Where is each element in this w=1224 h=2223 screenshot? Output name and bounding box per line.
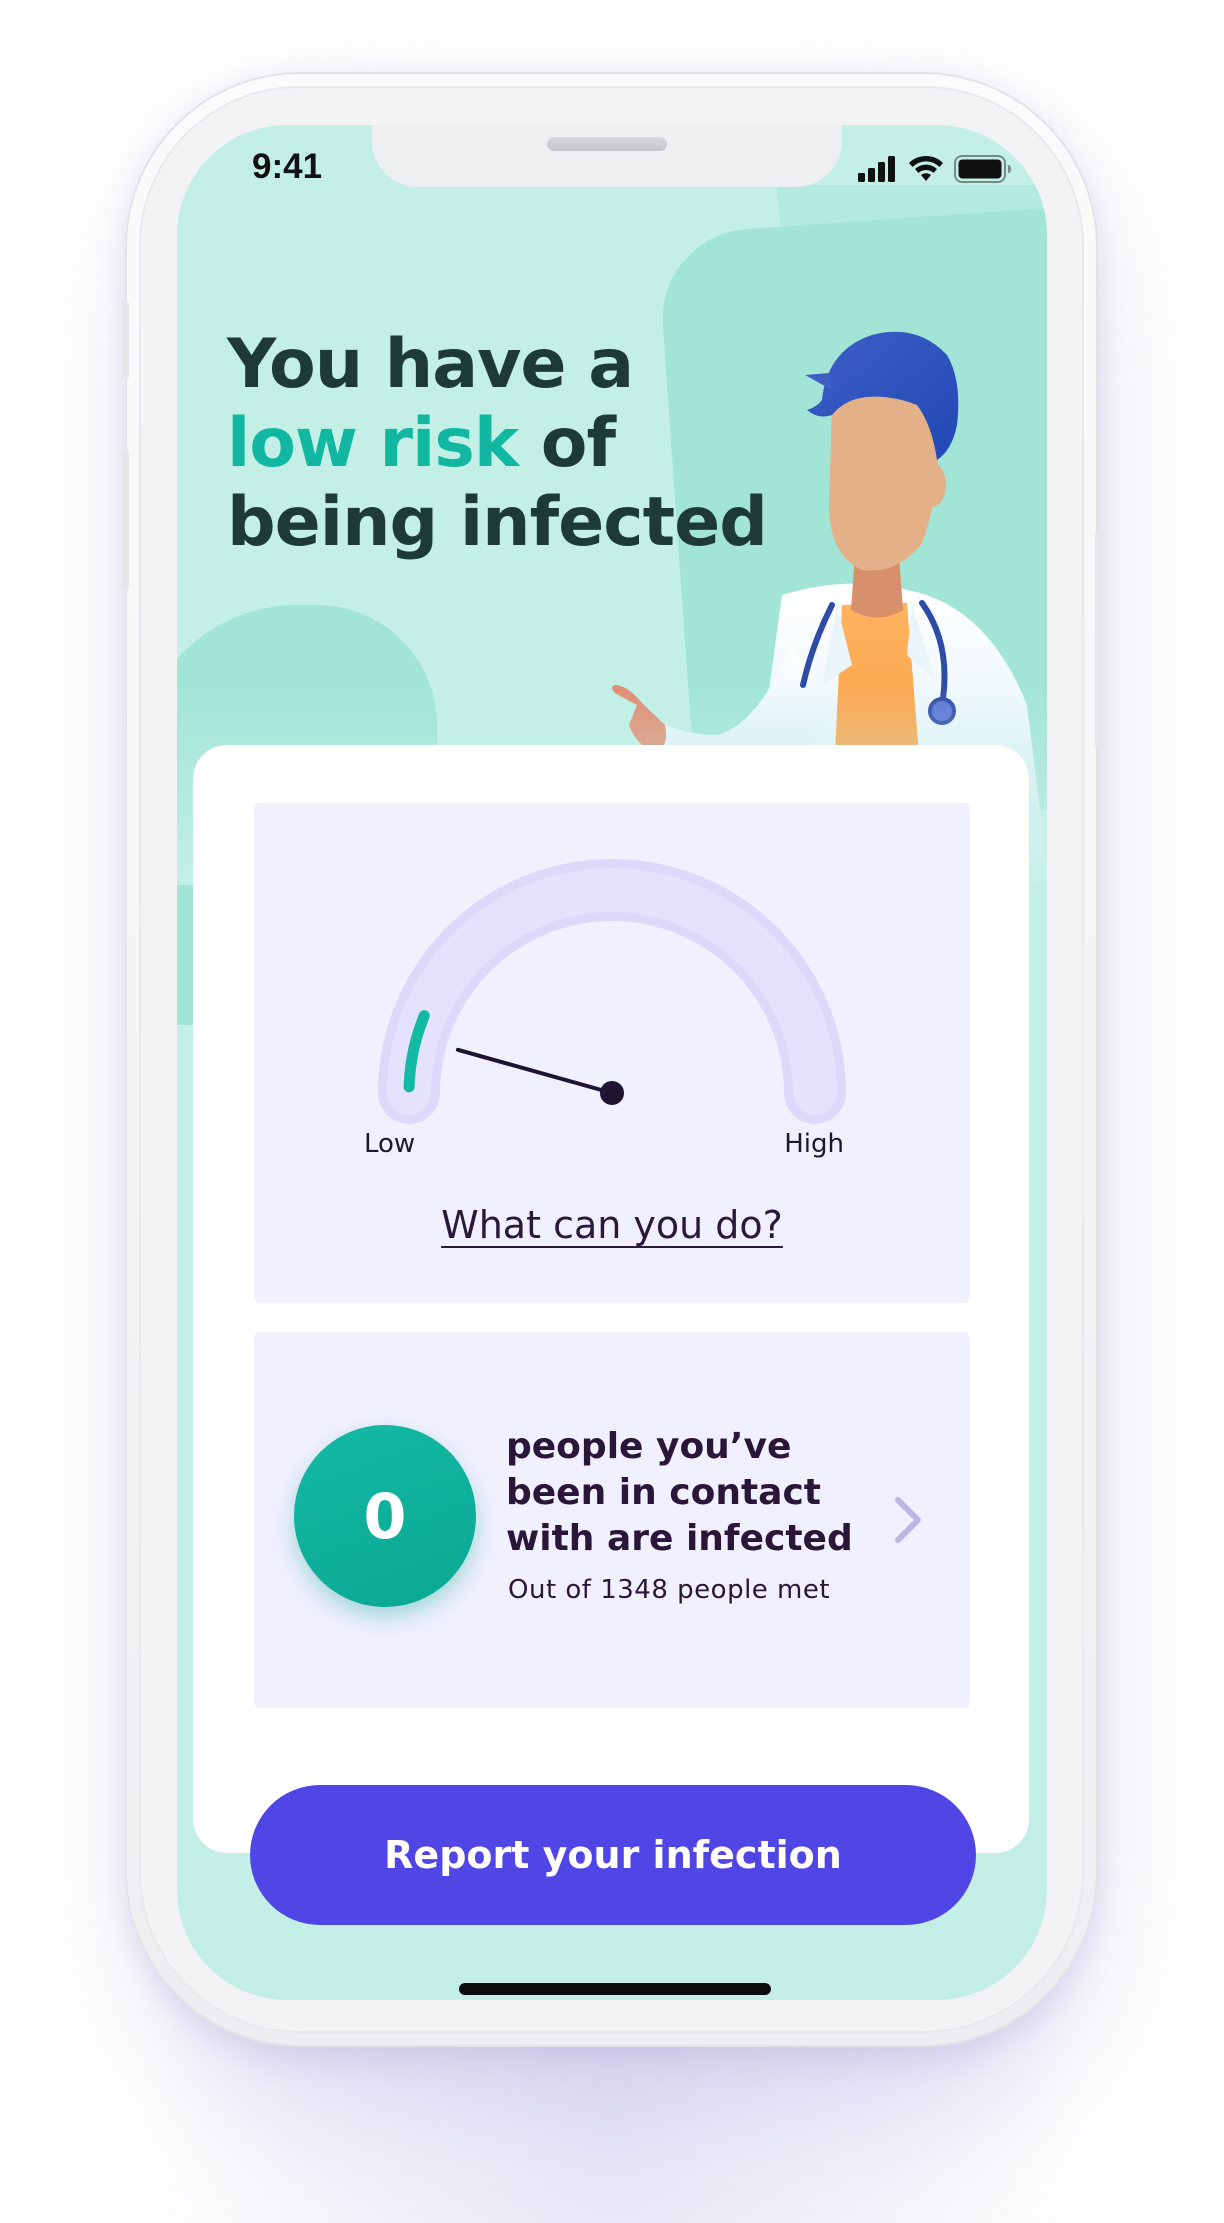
headline-line-2-rest: of: [518, 404, 616, 483]
volume-down-button: [121, 450, 129, 590]
wifi-icon: [909, 155, 943, 181]
infected-contacts-row[interactable]: 0 people you’ve been in contact with are…: [254, 1332, 970, 1708]
risk-card: Low High What can you do? 0 people you’v…: [193, 745, 1029, 1853]
risk-gauge: [378, 859, 846, 1124]
report-infection-button[interactable]: Report your infection: [250, 1785, 976, 1925]
infected-contacts-count: 0: [294, 1425, 476, 1607]
gauge-high-label: High: [784, 1129, 844, 1159]
what-can-you-do-link[interactable]: What can you do?: [254, 1203, 970, 1247]
headline-risk-level: low risk: [227, 404, 519, 483]
chevron-right-icon[interactable]: [888, 1492, 928, 1548]
notch: [372, 125, 842, 187]
people-met-subtitle: Out of 1348 people met: [508, 1575, 831, 1605]
cellular-signal-icon: [858, 156, 895, 182]
home-indicator[interactable]: [459, 1983, 771, 1995]
volume-up-button: [121, 300, 129, 380]
risk-gauge-panel: Low High What can you do?: [254, 803, 970, 1303]
power-button: [1095, 530, 1103, 750]
app-screen: 9:41 You have a low risk of being infect…: [177, 125, 1047, 2000]
mockup-stage: 9:41 You have a low risk of being infect…: [0, 0, 1224, 2223]
infected-contacts-message: people you’ve been in contact with are i…: [506, 1426, 853, 1559]
gauge-needle: [455, 1047, 614, 1095]
speaker-grille: [547, 137, 667, 151]
gauge-needle-hub: [600, 1081, 624, 1105]
status-icons: [858, 155, 1012, 183]
gauge-low-label: Low: [364, 1129, 416, 1159]
status-bar: 9:41: [177, 125, 1047, 245]
status-time: 9:41: [252, 147, 323, 186]
battery-icon: [954, 155, 1011, 183]
